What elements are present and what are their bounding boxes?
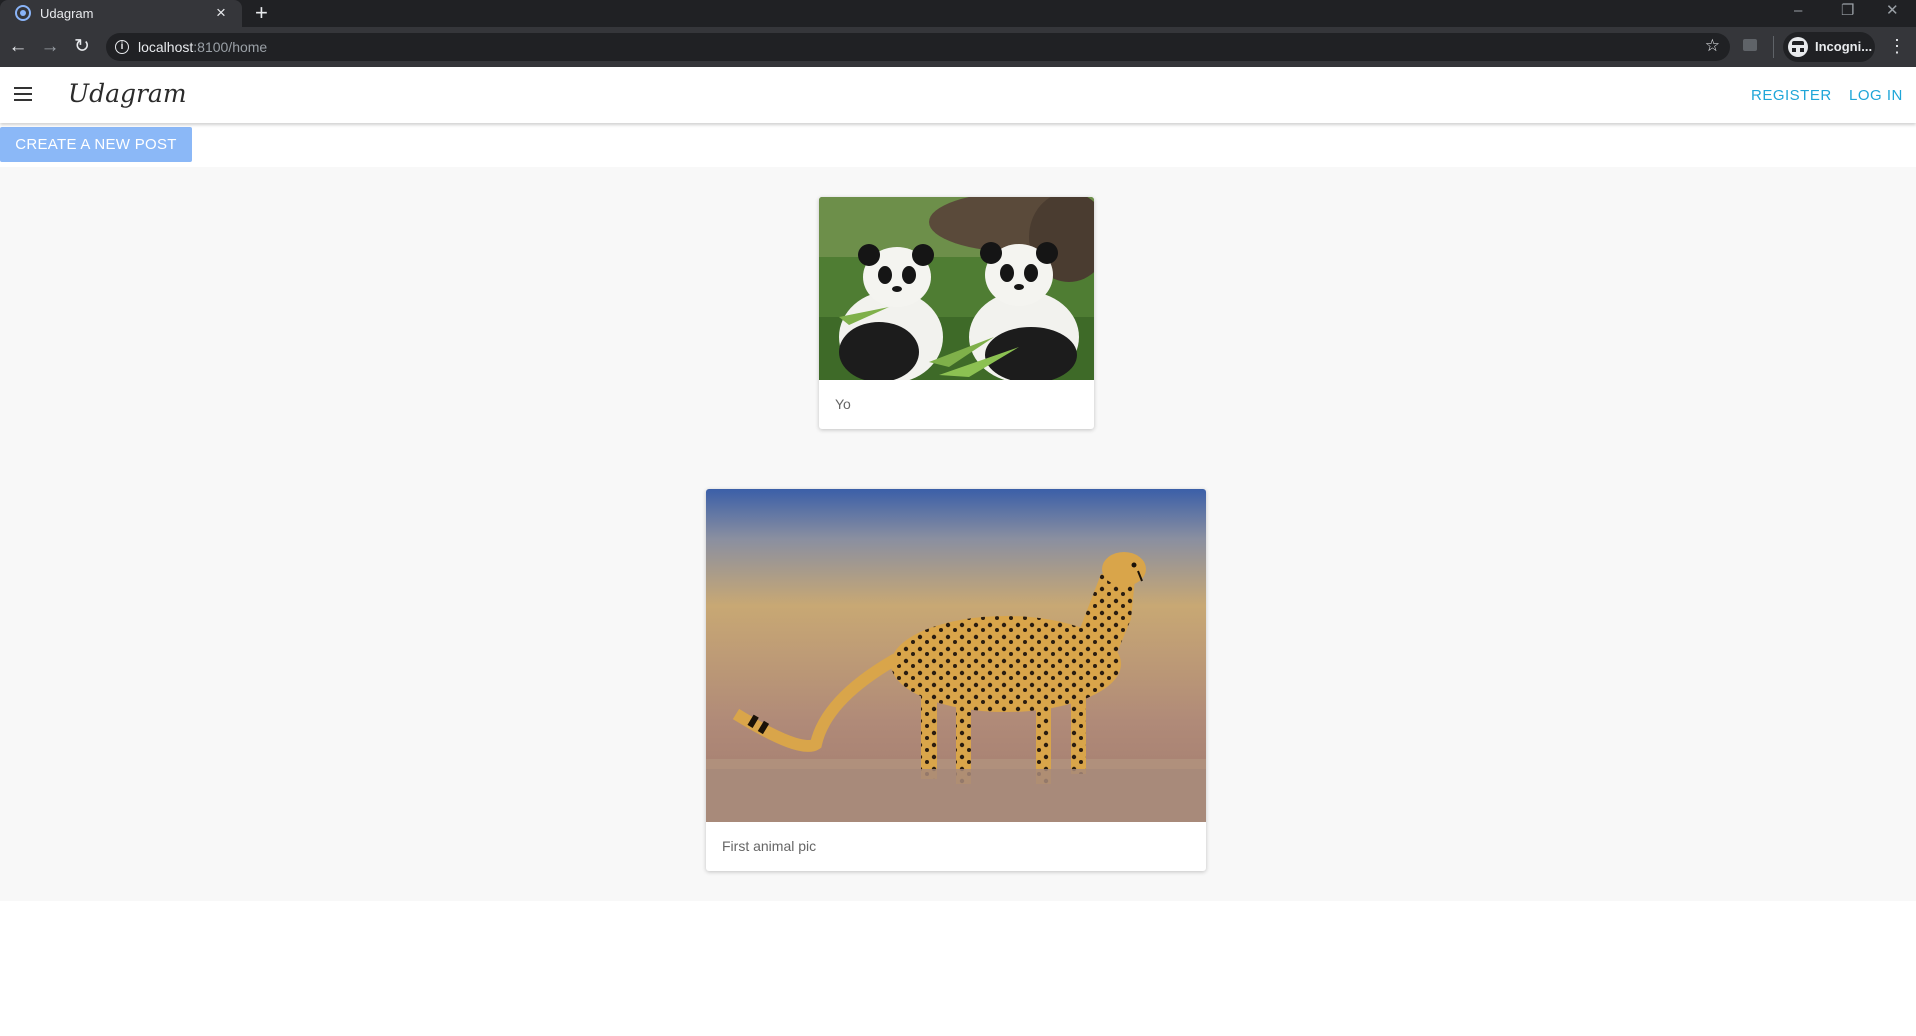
forward-arrow-icon[interactable]: →	[36, 33, 64, 61]
bookmark-star-icon[interactable]: ☆	[1705, 36, 1720, 56]
register-button[interactable]: REGISTER	[1751, 87, 1832, 104]
app-title: Udagram	[68, 79, 187, 108]
site-info-icon[interactable]: i	[115, 40, 129, 54]
reload-icon[interactable]: ↻	[68, 33, 96, 61]
browser-tab[interactable]: Udagram ×	[0, 0, 242, 27]
post-caption: First animal pic	[722, 838, 817, 854]
panda-photo	[819, 197, 1094, 380]
incognito-icon	[1788, 37, 1808, 57]
tab-title: Udagram	[40, 6, 94, 21]
login-button[interactable]: LOG IN	[1849, 87, 1903, 104]
extension-icon[interactable]	[1743, 39, 1757, 51]
restore-icon[interactable]: ❐	[1841, 2, 1854, 20]
address-bar[interactable]: i localhost:8100/home ☆	[106, 33, 1730, 61]
browser-menu-icon[interactable]: ⋮	[1888, 34, 1906, 58]
url-text: localhost:8100/home	[138, 39, 267, 55]
url-path: :8100/home	[193, 39, 268, 55]
create-post-row: CREATE A NEW POST	[0, 123, 1916, 167]
profile-label: Incogni...	[1815, 39, 1873, 54]
toolbar-divider	[1773, 36, 1774, 58]
post-caption: Yo	[835, 396, 851, 412]
new-tab-plus-icon[interactable]: +	[255, 0, 268, 26]
close-icon[interactable]: ×	[216, 2, 226, 24]
url-host: localhost	[138, 39, 194, 55]
menu-icon[interactable]	[14, 87, 32, 101]
minimize-icon[interactable]: –	[1794, 2, 1802, 20]
post-card: Yo	[819, 197, 1094, 429]
browser-toolbar: ← → ↻ i localhost:8100/home ☆ Incogni...…	[0, 27, 1916, 67]
incognito-profile-button[interactable]: Incogni...	[1783, 32, 1875, 62]
cheetah-photo	[706, 489, 1206, 822]
browser-tab-strip: Udagram × + – ❐ ✕	[0, 0, 1916, 27]
window-close-icon[interactable]: ✕	[1886, 2, 1899, 20]
app-header: Udagram REGISTER LOG IN	[0, 67, 1916, 123]
tab-favicon-icon	[15, 5, 31, 21]
post-card: First animal pic	[706, 489, 1206, 871]
create-post-button[interactable]: CREATE A NEW POST	[0, 127, 192, 162]
back-arrow-icon[interactable]: ←	[4, 33, 32, 61]
feed: Yo First animal pic	[0, 167, 1916, 901]
